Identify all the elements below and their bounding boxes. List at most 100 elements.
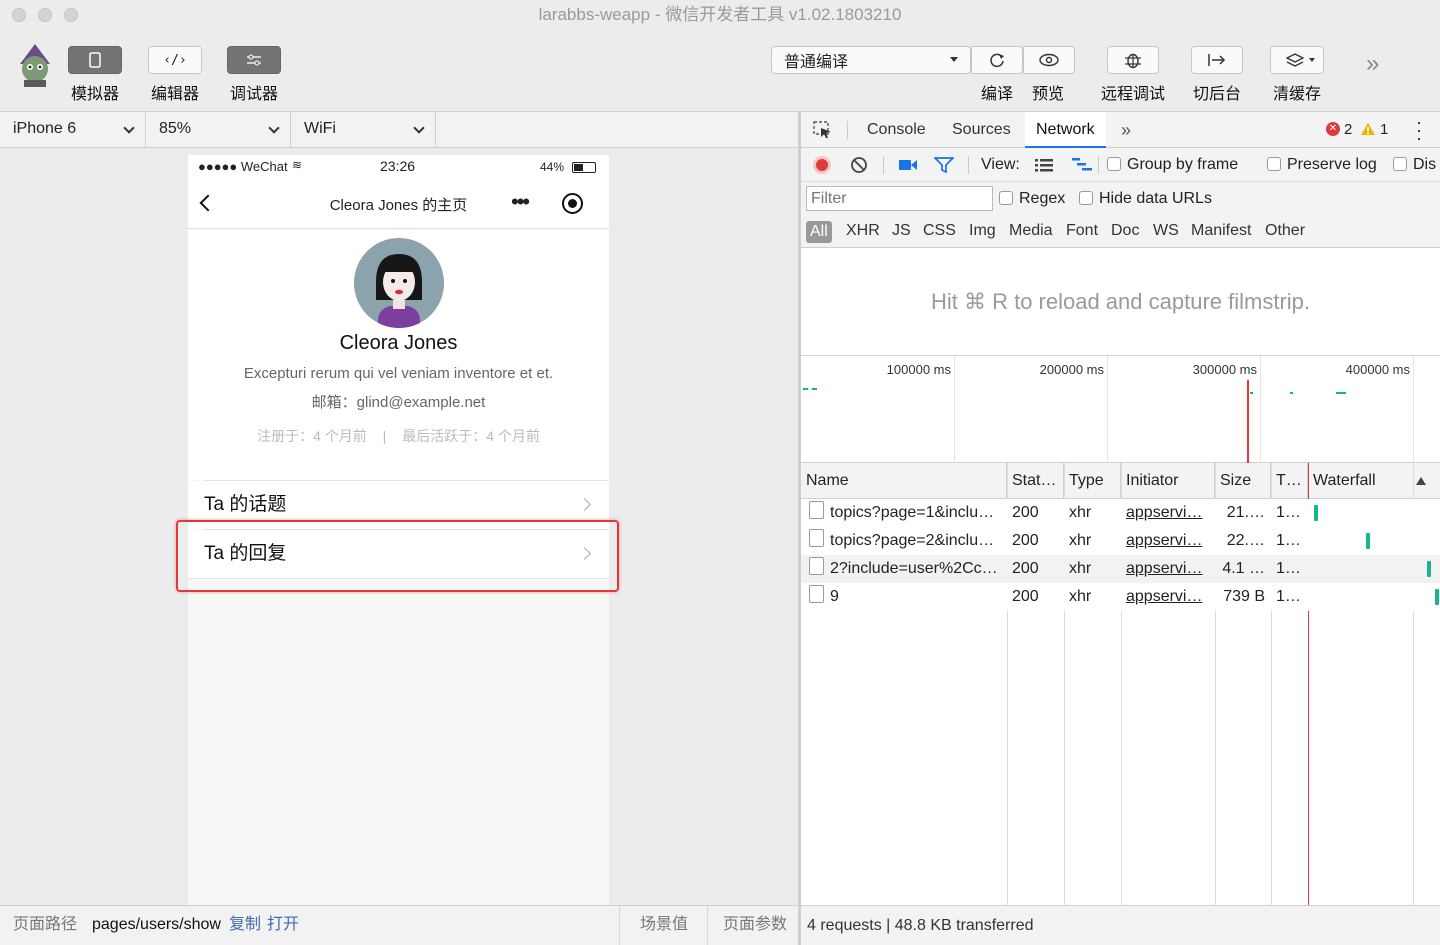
time-cell: 1… xyxy=(1276,504,1301,521)
waterfall-view-icon[interactable] xyxy=(1071,157,1093,173)
column-waterfall[interactable]: Waterfall xyxy=(1308,463,1413,499)
list-view-icon[interactable] xyxy=(1034,158,1054,172)
request-mark xyxy=(1250,392,1253,394)
status-cell: 200 xyxy=(1012,588,1039,605)
type-filter-other[interactable]: Other xyxy=(1265,222,1305,240)
type-filter-img[interactable]: Img xyxy=(969,222,996,240)
close-window-button[interactable] xyxy=(12,8,26,22)
compile-mode-select[interactable]: 普通编译 xyxy=(771,46,971,74)
group-by-frame-checkbox[interactable]: Group by frame xyxy=(1107,156,1238,174)
device-select[interactable]: iPhone 6 xyxy=(0,112,146,147)
minimize-window-button[interactable] xyxy=(38,8,52,22)
type-filter-media[interactable]: Media xyxy=(1009,222,1053,240)
remote-debug-button[interactable] xyxy=(1107,46,1159,74)
view-label: View: xyxy=(981,156,1020,173)
record-icon[interactable] xyxy=(813,156,831,174)
type-cell: xhr xyxy=(1069,504,1092,521)
editor-button[interactable]: ‹/› xyxy=(148,46,202,74)
maximize-window-button[interactable] xyxy=(64,8,78,22)
size-cell: 22.… xyxy=(1226,532,1265,549)
column-initiator[interactable]: Initiator xyxy=(1121,463,1215,499)
divider xyxy=(883,156,884,174)
scene-value-button[interactable]: 场景值 xyxy=(640,906,688,944)
preserve-log-checkbox[interactable]: Preserve log xyxy=(1267,156,1377,174)
type-filter-all[interactable]: All xyxy=(806,221,832,243)
simulator-label: 模拟器 xyxy=(70,86,119,103)
zoom-select[interactable]: 85% xyxy=(146,112,291,147)
bug-icon xyxy=(1125,53,1141,69)
type-filter-ws[interactable]: WS xyxy=(1153,222,1179,240)
file-icon xyxy=(809,585,824,603)
hide-data-urls-checkbox[interactable]: Hide data URLs xyxy=(1079,190,1212,208)
tab-console[interactable]: Console xyxy=(867,112,926,148)
devtools-menu-icon[interactable]: · · · xyxy=(1416,113,1422,147)
inspect-element-icon[interactable] xyxy=(813,121,833,139)
filter-input[interactable] xyxy=(806,186,993,211)
type-filter-css[interactable]: CSS xyxy=(923,222,956,240)
column-type[interactable]: Type xyxy=(1064,463,1121,499)
device-value: iPhone 6 xyxy=(13,120,77,137)
chevron-down-icon xyxy=(413,122,425,134)
debugger-button[interactable] xyxy=(227,46,281,74)
column-name[interactable]: Name xyxy=(801,463,1007,499)
initiator-link[interactable]: appservi… xyxy=(1121,555,1215,583)
timeline-tick-label: 300000 ms xyxy=(1192,362,1257,377)
request-mark xyxy=(803,388,817,390)
window-title: larabbs-weapp - 微信开发者工具 v1.02.1803210 xyxy=(538,5,902,24)
type-filter-xhr[interactable]: XHR xyxy=(846,222,880,240)
compile-button[interactable] xyxy=(971,46,1023,74)
waterfall-bar xyxy=(1366,533,1370,549)
clear-cache-button[interactable] xyxy=(1270,46,1324,74)
status-cell: 200 xyxy=(1012,560,1039,577)
table-row[interactable]: topics?page=2&inclu… 200 xhr appservi… 2… xyxy=(801,527,1440,555)
filmstrip-hint: Hit ⌘ R to reload and capture filmstrip. xyxy=(801,248,1440,356)
sort-ascending-icon[interactable] xyxy=(1416,477,1426,485)
background-button[interactable] xyxy=(1191,46,1243,74)
warning-count[interactable]: 1 xyxy=(1380,121,1388,138)
table-row[interactable]: 2?include=user%2Cc… 200 xhr appservi… 4.… xyxy=(801,555,1440,583)
tab-sources[interactable]: Sources xyxy=(952,112,1011,148)
network-select[interactable]: WiFi xyxy=(291,112,436,147)
table-row[interactable]: topics?page=1&inclu… 200 xhr appservi… 2… xyxy=(801,499,1440,527)
more-dots-icon[interactable]: ••• xyxy=(511,189,530,215)
more-tools-icon[interactable]: » xyxy=(1366,50,1379,78)
filter-row: Regex Hide data URLs xyxy=(801,182,1440,214)
type-filter-manifest[interactable]: Manifest xyxy=(1191,222,1251,240)
close-miniprogram-icon[interactable] xyxy=(562,193,583,214)
filter-icon[interactable] xyxy=(934,157,954,173)
timeline-tick-label: 100000 ms xyxy=(886,362,951,377)
initiator-link[interactable]: appservi… xyxy=(1121,499,1215,527)
activity-separator: | xyxy=(382,428,387,444)
disable-cache-checkbox[interactable]: Dis xyxy=(1393,156,1436,174)
clear-cache-label: 清缓存 xyxy=(1272,86,1321,103)
initiator-link[interactable]: appservi… xyxy=(1121,527,1215,555)
table-row[interactable]: 9 200 xhr appservi… 739 B 1… xyxy=(801,583,1440,611)
clear-icon[interactable] xyxy=(850,156,868,174)
page-params-button[interactable]: 页面参数 xyxy=(723,906,787,944)
tab-network[interactable]: Network xyxy=(1025,112,1106,148)
regex-checkbox[interactable]: Regex xyxy=(999,190,1065,208)
type-filter-font[interactable]: Font xyxy=(1066,222,1098,240)
open-path-link[interactable]: 打开 xyxy=(267,906,299,944)
type-filter-js[interactable]: JS xyxy=(892,222,911,240)
user-avatar[interactable] xyxy=(14,42,56,88)
profile-email: 邮箱：glind@example.net xyxy=(311,394,486,411)
timeline-gridline xyxy=(1107,356,1108,463)
error-count[interactable]: 2 xyxy=(1344,121,1352,138)
checkbox xyxy=(1107,157,1121,171)
network-overview: 100000 ms 200000 ms 300000 ms 400000 ms xyxy=(801,356,1440,463)
simulator-button[interactable] xyxy=(68,46,122,74)
column-size[interactable]: Size xyxy=(1215,463,1271,499)
column-status[interactable]: Stat… xyxy=(1007,463,1064,499)
type-filter-doc[interactable]: Doc xyxy=(1111,222,1139,240)
page-path-value: pages/users/show xyxy=(92,916,221,933)
copy-path-link[interactable]: 复制 xyxy=(229,906,261,944)
initiator-link[interactable]: appservi… xyxy=(1121,583,1215,611)
resource-type-filter: All XHR JS CSS Img Media Font Doc WS Man… xyxy=(801,214,1440,248)
preview-button[interactable] xyxy=(1023,46,1075,74)
highlight-box xyxy=(176,520,619,592)
waterfall-bar xyxy=(1427,561,1431,577)
camera-icon[interactable] xyxy=(898,158,918,172)
column-time[interactable]: T… xyxy=(1271,463,1308,499)
more-tabs-icon[interactable]: » xyxy=(1121,112,1131,148)
